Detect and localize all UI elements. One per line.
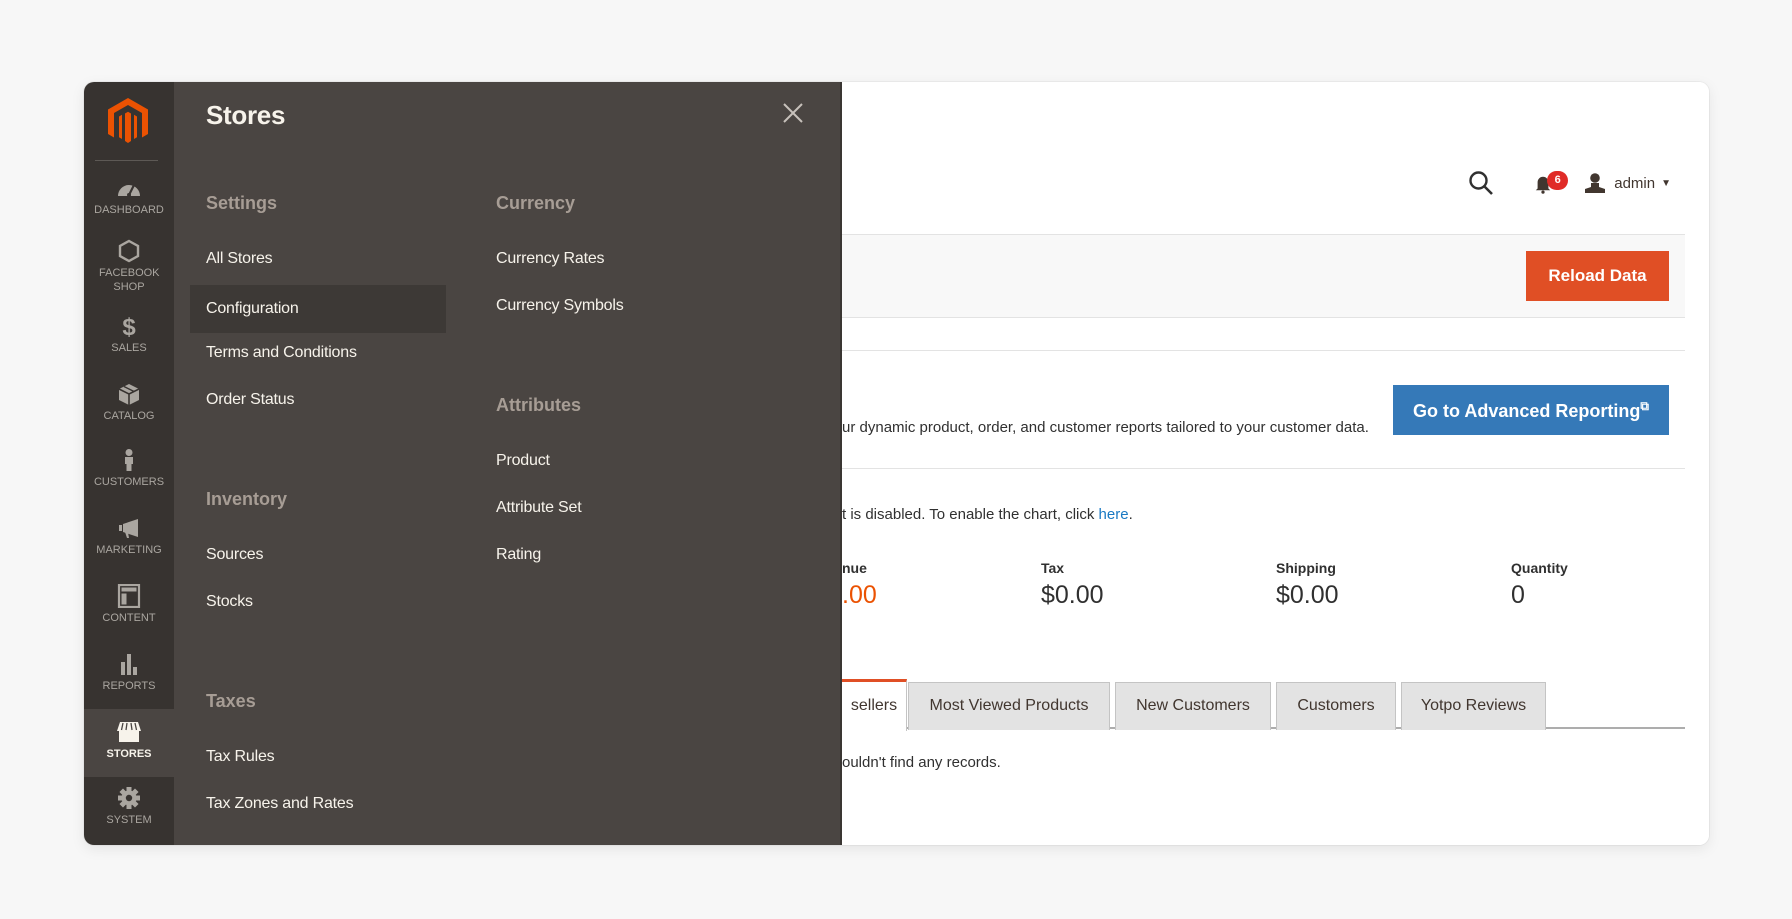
nav-item-catalog[interactable]: CATALOG (84, 382, 174, 423)
nav-label: REPORTS (102, 680, 156, 692)
menu-link-all-stores[interactable]: All Stores (206, 250, 273, 268)
nav-label: CATALOG (103, 410, 155, 422)
nav-label: CUSTOMERS (93, 476, 165, 488)
group-title-taxes: Taxes (206, 691, 256, 711)
stat-label: Shipping (1276, 560, 1336, 576)
nav-item-stores[interactable]: STORES (84, 709, 174, 777)
nav-label: FACEBOOK SHOP (99, 267, 160, 293)
nav-item-dashboard[interactable]: DASHBOARD (84, 176, 174, 217)
advanced-reporting-description: ur dynamic product, order, and customer … (842, 419, 1369, 436)
nav-item-system[interactable]: SYSTEM (84, 786, 174, 827)
notifications-badge: 6 (1547, 171, 1569, 190)
divider (842, 468, 1685, 469)
stat-label: nue (842, 560, 867, 576)
menu-link-currency-symbols[interactable]: Currency Symbols (496, 297, 624, 315)
tab-customers[interactable]: Customers (1276, 682, 1396, 730)
nav-label: STORES (106, 748, 152, 760)
stat-quantity: Quantity 0 (1511, 560, 1568, 610)
menu-link-tax-zones-and-rates[interactable]: Tax Zones and Rates (206, 795, 354, 813)
stat-shipping: Shipping $0.00 (1276, 560, 1339, 610)
notifications-button[interactable]: 6 (1534, 170, 1574, 196)
group-title-currency: Currency (496, 193, 576, 213)
external-link-icon: ⧉ (1640, 398, 1649, 413)
stat-value: $0.00 (1041, 581, 1104, 609)
enable-chart-link[interactable]: here (1099, 506, 1129, 523)
user-menu-button[interactable]: admin ▼ (1584, 172, 1671, 194)
stores-flyout-menu: Stores Settings All Stores Configuration… (174, 82, 842, 845)
chart-note-text: t is disabled. To enable the chart, clic… (842, 506, 1099, 523)
menu-link-sources[interactable]: Sources (206, 546, 263, 564)
nav-label: SALES (111, 342, 147, 354)
menu-link-currency-rates[interactable]: Currency Rates (496, 250, 605, 268)
nav-item-marketing[interactable]: MARKETING (84, 516, 174, 557)
tab-bestsellers[interactable]: sellers (842, 679, 907, 731)
menu-link-configuration[interactable]: Configuration (190, 285, 446, 333)
group-title-attributes: Attributes (496, 395, 581, 415)
tab-most-viewed-products[interactable]: Most Viewed Products (908, 682, 1110, 730)
dashboard-main: 6 admin ▼ Reload Data ur dynamic product… (842, 82, 1709, 845)
menu-link-tax-rules[interactable]: Tax Rules (206, 748, 275, 766)
stat-value: .00 (842, 581, 877, 609)
admin-window: DASHBOARD FACEBOOK SHOP $ SALES CATALOG … (84, 82, 1709, 845)
stat-value: 0 (1511, 581, 1525, 609)
nav-label: MARKETING (96, 544, 162, 556)
chart-disabled-note: t is disabled. To enable the chart, clic… (842, 506, 1133, 523)
empty-records-message: ouldn't find any records. (842, 754, 1001, 771)
gear-icon (118, 787, 140, 809)
tab-new-customers[interactable]: New Customers (1115, 682, 1271, 730)
menu-link-order-status[interactable]: Order Status (206, 391, 295, 409)
page-actions-bar: Reload Data (842, 234, 1685, 318)
nav-item-content[interactable]: CONTENT (84, 584, 174, 625)
dashboard-tabs: sellers Most Viewed Products New Custome… (842, 679, 1685, 731)
dashboard-icon (118, 184, 140, 197)
flyout-title: Stores (206, 100, 286, 130)
bar-chart-icon (121, 654, 137, 675)
stat-tax: Tax $0.00 (1041, 560, 1104, 610)
group-title-settings: Settings (206, 193, 278, 213)
hexagon-icon (118, 239, 140, 263)
tab-yotpo-reviews[interactable]: Yotpo Reviews (1401, 682, 1546, 730)
nav-label: DASHBOARD (94, 204, 164, 216)
chevron-down-icon: ▼ (1661, 177, 1671, 189)
stat-value: $0.00 (1276, 581, 1339, 609)
advanced-reporting-button[interactable]: Go to Advanced Reporting⧉ (1393, 385, 1669, 435)
nav-label: SYSTEM (106, 814, 152, 826)
nav-item-sales[interactable]: $ SALES (84, 314, 174, 355)
box-icon (118, 384, 140, 405)
divider (842, 350, 1685, 351)
menu-link-stocks[interactable]: Stocks (206, 593, 253, 611)
reload-data-button[interactable]: Reload Data (1526, 251, 1669, 301)
nav-item-reports[interactable]: REPORTS (84, 652, 174, 693)
nav-label: CONTENT (102, 612, 156, 624)
close-icon[interactable] (782, 102, 804, 124)
menu-link-rating[interactable]: Rating (496, 546, 541, 564)
logo-divider (95, 160, 158, 161)
advanced-reporting-label: Go to Advanced Reporting (1413, 400, 1641, 421)
user-name: admin (1614, 174, 1656, 192)
nav-item-facebook-shop[interactable]: FACEBOOK SHOP (84, 239, 174, 294)
search-icon[interactable] (1468, 170, 1494, 196)
menu-link-attribute-set[interactable]: Attribute Set (496, 499, 582, 517)
header-actions: 6 admin ▼ (1468, 168, 1671, 198)
magento-logo-icon[interactable] (105, 96, 151, 146)
user-icon (1585, 173, 1606, 193)
svg-text:$: $ (122, 314, 136, 338)
menu-link-product[interactable]: Product (496, 452, 550, 470)
chart-note-suffix: . (1128, 506, 1133, 523)
menu-link-terms-and-conditions[interactable]: Terms and Conditions (206, 344, 357, 362)
layout-icon (117, 584, 141, 608)
person-icon (125, 449, 133, 471)
admin-sidebar: DASHBOARD FACEBOOK SHOP $ SALES CATALOG … (84, 82, 174, 845)
stat-label: Quantity (1511, 560, 1568, 576)
group-title-inventory: Inventory (206, 489, 288, 509)
nav-item-customers[interactable]: CUSTOMERS (84, 448, 174, 489)
stat-label: Tax (1041, 560, 1065, 576)
megaphone-icon (119, 519, 138, 538)
dollar-icon: $ (122, 314, 136, 338)
storefront-icon (117, 722, 141, 742)
stat-revenue: nue .00 (842, 560, 877, 610)
